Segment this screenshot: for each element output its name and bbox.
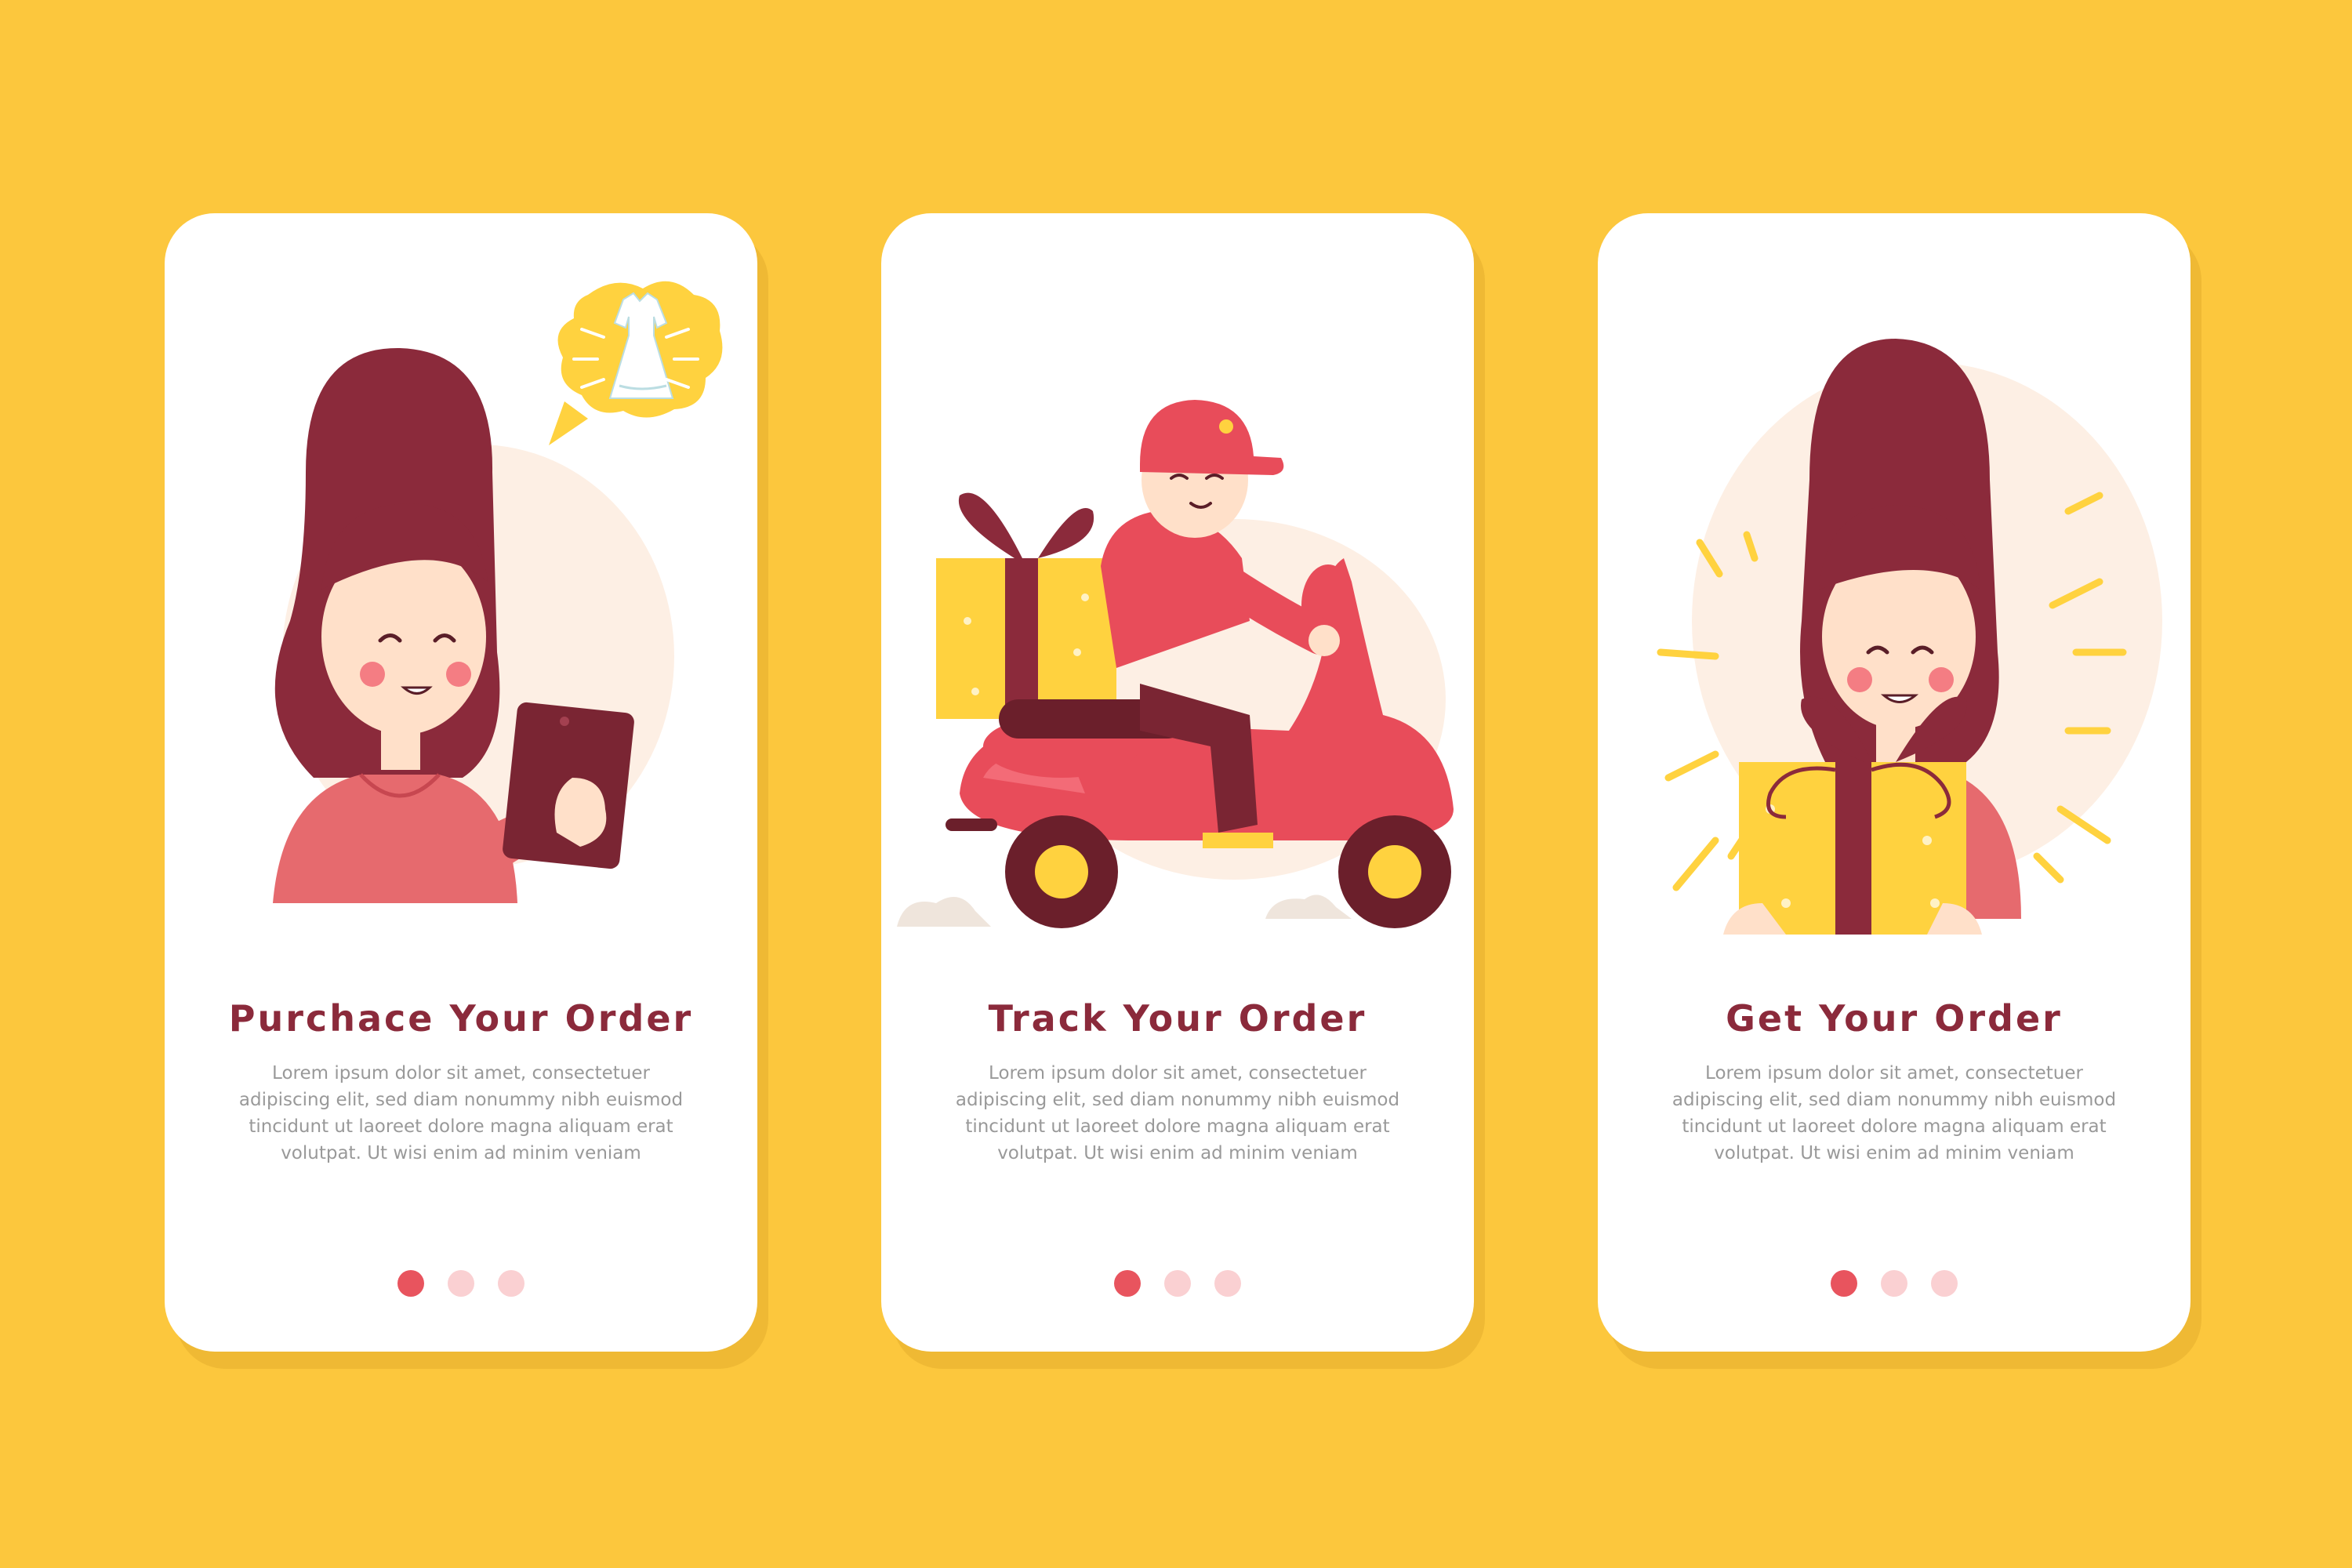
pagination-dots [881,1270,1474,1297]
page-dot-1[interactable] [1114,1270,1141,1297]
onboarding-screen-purchase: Purchace Your Order Lorem ipsum dolor si… [165,213,757,1352]
page-dot-2[interactable] [1881,1270,1907,1297]
woman-with-tablet-illustration [165,213,757,1029]
page-dot-1[interactable] [397,1270,424,1297]
screen-description: Lorem ipsum dolor sit amet, consectetuer… [238,1063,684,1163]
onboarding-canvas: { "colors": { "background": "#FCC73D", "… [0,0,2352,1568]
woman-with-gift-illustration [1598,213,2190,1029]
page-dot-1[interactable] [1831,1270,1857,1297]
page-dot-3[interactable] [1931,1270,1958,1297]
screen-description: Lorem ipsum dolor sit amet, consectetuer… [955,1063,1400,1163]
page-dot-2[interactable] [1164,1270,1191,1297]
page-dot-3[interactable] [1214,1270,1241,1297]
gift-box-icon [936,492,1116,719]
onboarding-screen-get: Get Your Order Lorem ipsum dolor sit ame… [1598,213,2190,1352]
courier-on-scooter-illustration [881,213,1474,1029]
screen-title: Get Your Order [1726,997,2063,1040]
screen-title: Purchace Your Order [228,997,694,1040]
dress-icon [549,281,723,445]
page-dot-3[interactable] [498,1270,524,1297]
pagination-dots [1598,1270,2190,1297]
screen-description: Lorem ipsum dolor sit amet, consectetuer… [1671,1063,2117,1163]
page-dot-2[interactable] [448,1270,474,1297]
pagination-dots [165,1270,757,1297]
screen-title: Track Your Order [988,997,1367,1040]
onboarding-screen-track: Track Your Order Lorem ipsum dolor sit a… [881,213,1474,1352]
